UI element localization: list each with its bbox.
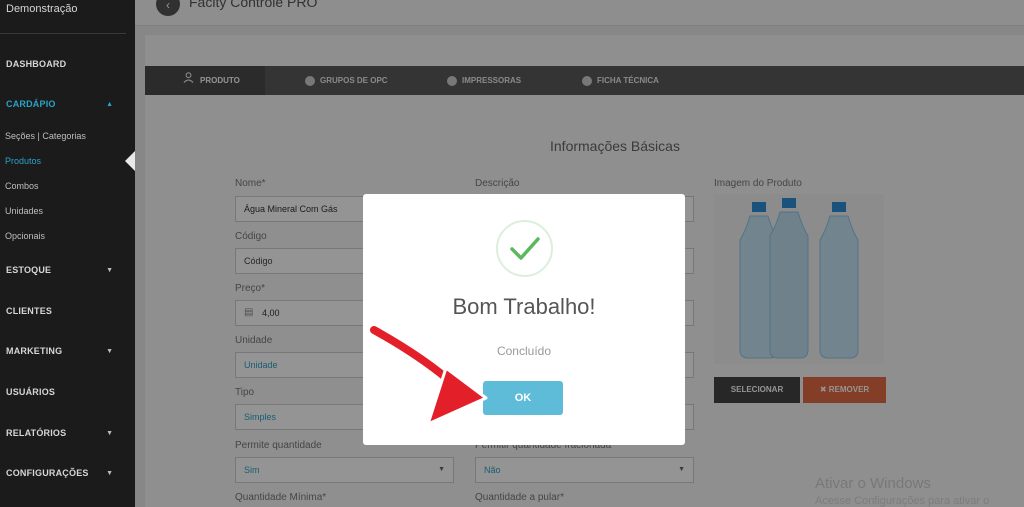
sidebar-subitem-unidades[interactable]: Unidades [5,206,43,216]
annotation-arrow-icon [368,323,488,426]
chevron-up-icon: ▲ [106,101,113,108]
sidebar-item-usuarios[interactable]: USUÁRIOS [6,387,55,397]
active-item-pointer [125,151,135,171]
sidebar-item-clientes[interactable]: CLIENTES [6,306,52,316]
chevron-down-icon: ▼ [106,470,113,477]
sidebar-item-cardapio[interactable]: CARDÁPIO [6,99,56,109]
account-name[interactable]: Demonstração [6,3,78,15]
sidebar-item-dashboard[interactable]: DASHBOARD [6,59,66,69]
sidebar: Demonstração DASHBOARD CARDÁPIO ▲ Seções… [0,0,135,507]
chevron-down-icon: ▼ [106,267,113,274]
success-check-icon [496,220,553,277]
sidebar-subitem-secoes[interactable]: Seções | Categorias [5,131,86,141]
sidebar-subitem-produtos[interactable]: Produtos [5,156,41,166]
sidebar-item-configuracoes[interactable]: CONFIGURAÇÕES [6,468,89,478]
sidebar-item-estoque[interactable]: ESTOQUE [6,265,51,275]
dialog-title: Bom Trabalho! [452,294,596,319]
chevron-down-icon: ▼ [106,430,113,437]
sidebar-subitem-combos[interactable]: Combos [5,181,39,191]
sidebar-item-relatorios[interactable]: RELATÓRIOS [6,428,66,438]
sidebar-subitem-opcionais[interactable]: Opcionais [5,231,45,241]
sidebar-divider [0,33,126,34]
chevron-down-icon: ▼ [106,348,113,355]
sidebar-item-marketing[interactable]: MARKETING [6,346,62,356]
